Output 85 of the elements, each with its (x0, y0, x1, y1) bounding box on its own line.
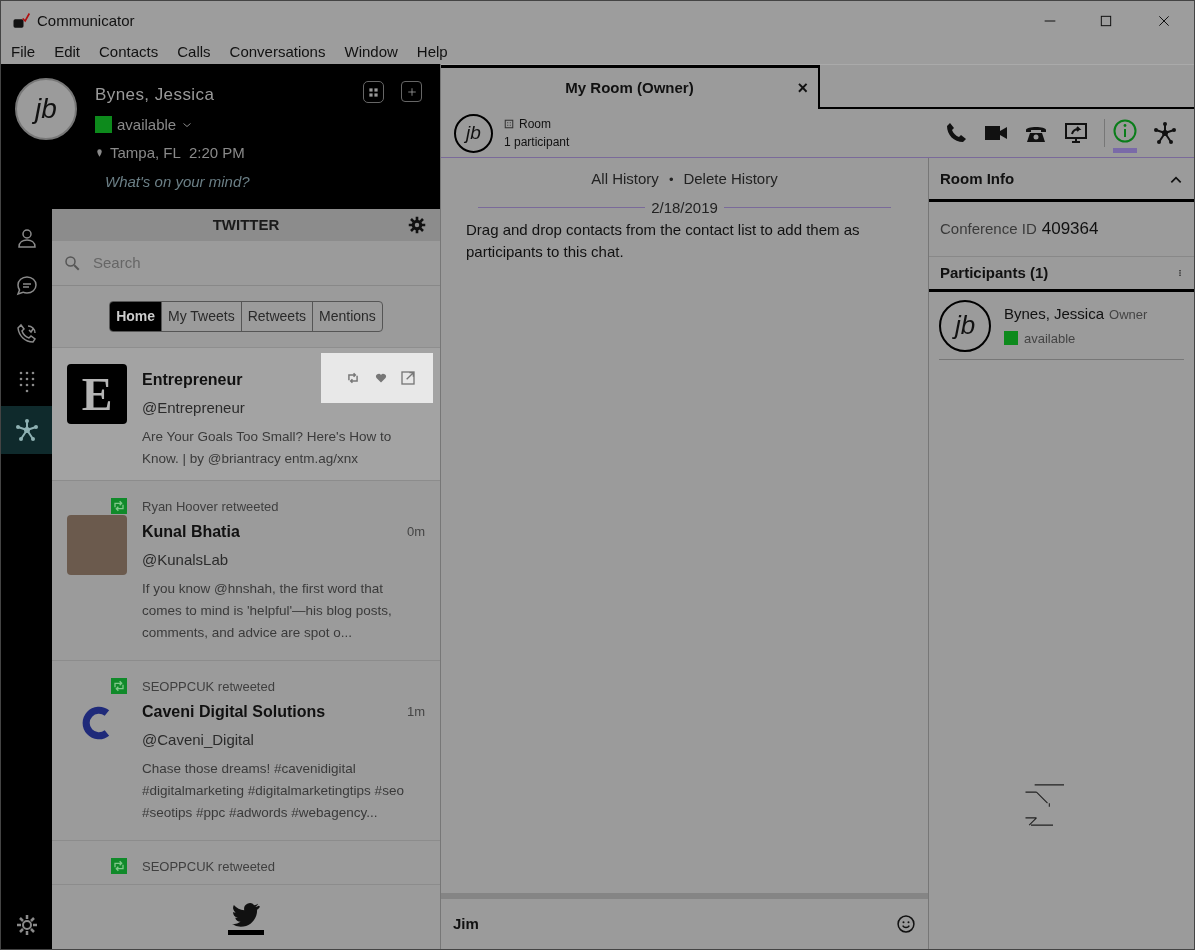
maximize-icon[interactable] (1098, 13, 1114, 29)
avatar: jb (15, 78, 77, 140)
conference-label: Conference ID (940, 218, 1037, 239)
author-handle[interactable]: @Entrepreneur (142, 397, 425, 420)
message-field[interactable]: Jim (453, 912, 896, 936)
author-name[interactable]: Entrepreneur (142, 368, 243, 392)
retweeted-by-text: Ryan Hoover retweeted (142, 497, 279, 516)
participant-name[interactable]: Bynes, Jessica (1004, 303, 1105, 326)
external-link-icon[interactable] (400, 370, 416, 386)
tweet-card[interactable]: SEOPPCUK retweeted (52, 840, 440, 885)
location-text: Tampa, FL (110, 143, 181, 163)
phone-icon (944, 121, 968, 145)
menu-item[interactable]: File (11, 41, 36, 64)
tab-close-button[interactable]: × (797, 75, 808, 102)
participant-status: available (1024, 329, 1076, 348)
info-icon (1113, 118, 1137, 143)
user-name: Bynes, Jessica (95, 84, 216, 106)
network-icon (14, 418, 39, 442)
tweet-text: Chase those dreams! #cavenidigital #digitalmarketing #digitalmarketingtips #seo #seotips #ppc #adwords #webagency... (142, 759, 405, 822)
author-name[interactable]: Caveni Digital Solutions (142, 700, 326, 724)
tweet-text: If you know @hnshah, the first word that comes to mind is 'helpful'—his blog posts, comments, and advice are spot o... (142, 579, 393, 642)
status-text[interactable]: available (117, 113, 177, 136)
author-name[interactable]: Kunal Bhatia (142, 520, 240, 544)
menu-item[interactable]: Edit (54, 41, 81, 64)
nav-tab[interactable] (1, 406, 52, 454)
local-time: 2:20 PM (188, 143, 245, 163)
tweet-card[interactable]: E Entrepreneur @Entrepreneur Are Your Goals Too Small? Here's How to Know. | by @briantracy entm.ag/xnx (52, 348, 440, 481)
history-link[interactable]: All History (591, 168, 659, 191)
close-icon[interactable] (1156, 13, 1172, 29)
info-message: Drag and drop contacts from the contact list to add them as participants to this chat. (465, 220, 861, 262)
photo-placeholder (67, 514, 127, 575)
filter-tab[interactable]: My Tweets (161, 302, 241, 331)
settings-icon[interactable] (408, 216, 426, 234)
settings-icon[interactable] (14, 913, 39, 937)
conference-id: 409364 (1041, 218, 1099, 241)
network-icon (1153, 121, 1177, 145)
plus-icon (406, 86, 417, 97)
menu-item[interactable]: Conversations (229, 41, 326, 64)
chat-bubble-icon (14, 274, 39, 298)
retweet-badge-icon (111, 858, 127, 875)
section-title: Participants (1) (940, 262, 1049, 283)
window-title: Communicator (37, 10, 135, 31)
participant-avatar: jb (939, 299, 991, 352)
menu-item[interactable]: Help (416, 41, 448, 64)
search-icon (63, 254, 81, 272)
filter-tab[interactable]: Mentions (312, 302, 382, 331)
author-handle[interactable]: @KunalsLab (142, 549, 425, 572)
room-type: Room (519, 116, 551, 133)
retweeted-by-text: SEOPPCUK retweeted (142, 677, 275, 696)
panel-title: TWITTER (212, 214, 280, 235)
mood-field[interactable]: What's on your mind? (105, 170, 325, 193)
building-icon (504, 119, 514, 129)
smiley-icon[interactable] (896, 914, 916, 934)
separator-dot: • (668, 170, 674, 189)
conversation-tab[interactable]: My Room (Owner) × (441, 65, 820, 109)
menu-item[interactable]: Window (344, 41, 398, 64)
phone-history-icon (14, 322, 39, 346)
heart-icon[interactable] (375, 372, 387, 384)
tweet-time: 0m (406, 523, 425, 542)
grid-icon (368, 86, 379, 98)
tweet-text: Are Your Goals Too Small? Here's How to Know. | by @briantracy entm.ag/xnx (142, 427, 393, 468)
menu-item[interactable]: Calls (177, 41, 211, 64)
filter-tab[interactable]: Retweets (240, 302, 313, 331)
room-button[interactable] (363, 81, 384, 103)
menu-item[interactable]: Contacts (99, 41, 159, 64)
date-divider: 2/18/2019 (650, 197, 719, 218)
retweeted-by-text: SEOPPCUK retweeted (142, 857, 275, 876)
retweet-badge-icon (111, 678, 127, 695)
filter-tab[interactable]: Home (110, 302, 162, 331)
tweet-card[interactable]: SEOPPCUK retweeted Caveni Digital Solutions 1m @Caveni_Digital Chase those dreams! #cavenidigital #digitalmarketing #digitalmarketingtips #seo #seotips #ppc #adwords #webagency... (52, 660, 440, 841)
participant-role: Owner (1109, 306, 1148, 324)
history-link[interactable]: Delete History (683, 168, 778, 191)
screen-share-icon (1064, 121, 1088, 145)
add-button[interactable] (401, 81, 422, 102)
app-logo-icon (11, 11, 31, 31)
participant-count: 1 participant (504, 134, 570, 151)
active-indicator (228, 929, 264, 935)
tweet-time: 1m (406, 703, 425, 722)
logo: E (67, 364, 127, 424)
section-title: Room Info (940, 169, 1015, 190)
room-avatar: jb (454, 113, 493, 153)
retweet-badge-icon (111, 498, 127, 515)
author-handle[interactable]: @Caveni_Digital (142, 729, 425, 752)
tweet-card[interactable]: Ryan Hoover retweeted Kunal Bhatia 0m @KunalsLab If you know @hnshah, the first word that comes to mind is 'helpful'—his blog posts, comments, and advice are spot o... (52, 480, 440, 661)
location-pin-icon (95, 147, 104, 160)
